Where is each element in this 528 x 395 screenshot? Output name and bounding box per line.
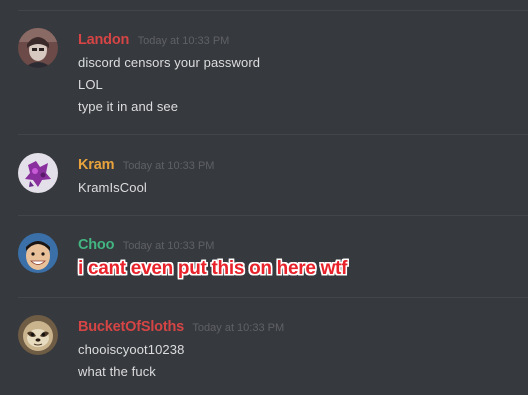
message-text: chooiscyoot10238 <box>78 342 185 357</box>
message-header: Kram Today at 10:33 PM <box>78 156 214 174</box>
sloth-avatar-icon[interactable] <box>18 315 58 355</box>
red-overlay-caption: i cant even put this on here wtf <box>78 258 348 279</box>
choo-avatar-icon[interactable] <box>18 233 58 273</box>
message-header: Landon Today at 10:33 PM <box>78 31 229 49</box>
message-timestamp: Today at 10:33 PM <box>122 240 215 252</box>
chat-messages: Landon Today at 10:33 PM discord censors… <box>0 0 528 395</box>
message-header: BucketOfSloths Today at 10:33 PM <box>78 318 284 336</box>
message-text: LOL <box>78 77 103 92</box>
message-header: Choo Today at 10:33 PM <box>78 236 214 254</box>
kram-avatar-icon[interactable] <box>18 153 58 193</box>
message-timestamp: Today at 10:33 PM <box>122 160 215 172</box>
message-divider <box>18 215 528 216</box>
message-text: what the fuck <box>78 364 156 379</box>
message-divider <box>18 10 528 11</box>
message-text: discord censors your password <box>78 55 261 70</box>
message-divider <box>18 134 528 135</box>
landon-avatar-icon[interactable] <box>18 28 58 68</box>
message-text: type it in and see <box>78 99 179 114</box>
message-divider <box>18 297 528 298</box>
username-choo[interactable]: Choo <box>78 237 114 253</box>
message-timestamp: Today at 10:33 PM <box>137 35 230 47</box>
username-kram[interactable]: Kram <box>78 157 114 173</box>
message-text: KramIsCool <box>78 180 147 195</box>
message-timestamp: Today at 10:33 PM <box>192 322 285 334</box>
username-landon[interactable]: Landon <box>78 32 129 48</box>
username-bucketofsloths[interactable]: BucketOfSloths <box>78 319 184 335</box>
